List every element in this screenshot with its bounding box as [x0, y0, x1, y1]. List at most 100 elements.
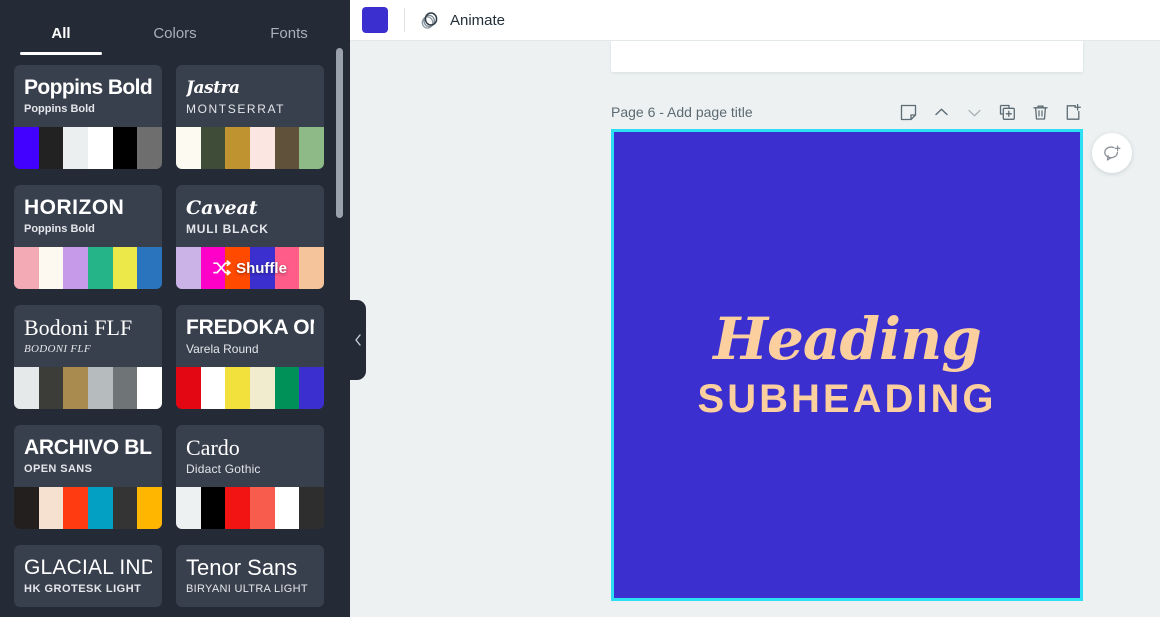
style-card-palette: Shuffle: [176, 247, 324, 289]
color-swatch: [14, 367, 39, 409]
color-swatch: [112, 367, 138, 409]
style-card[interactable]: FREDOKA ONE Varela Round: [176, 305, 324, 409]
style-card[interactable]: Caveat MULI BLACK Shuffle: [176, 185, 324, 289]
color-swatch: [112, 127, 138, 169]
canvas-subheading-text[interactable]: SUBHEADING: [698, 376, 997, 422]
style-card-subtitle: MULI BLACK: [186, 222, 269, 236]
style-card-title: Bodoni FLF: [24, 317, 133, 339]
color-swatch: [63, 247, 89, 289]
panel-collapse-button[interactable]: [350, 300, 366, 380]
page-toolbar: [899, 103, 1083, 122]
style-card-subtitle: Varela Round: [186, 342, 259, 356]
style-card[interactable]: Bodoni FLF BODONI FLF: [14, 305, 162, 409]
style-card-palette: [14, 247, 162, 289]
previous-page-preview[interactable]: [611, 41, 1083, 72]
duplicate-page-button[interactable]: [998, 103, 1017, 122]
style-card-preview: Bodoni FLF BODONI FLF: [14, 305, 162, 367]
color-swatch: [63, 487, 89, 529]
style-card-palette: [176, 367, 324, 409]
chevron-left-icon: [355, 334, 361, 346]
animate-label: Animate: [450, 11, 506, 29]
color-swatch: [225, 127, 251, 169]
delete-page-button[interactable]: [1031, 103, 1050, 122]
color-swatch: [38, 127, 64, 169]
style-card[interactable]: HORIZON Poppins Bold: [14, 185, 162, 289]
move-page-down-button[interactable]: [965, 103, 984, 122]
style-card-preview: Jastra MONTSERRAT: [176, 65, 324, 127]
style-card-preview: ARCHIVO BLACK OPEN SANS: [14, 425, 162, 487]
style-cards-scroll-area[interactable]: Poppins Bold Poppins Bold Jastra MONTSERRAT…: [0, 55, 350, 617]
style-card-subtitle: OPEN SANS: [24, 463, 93, 475]
shuffle-label: Shuffle: [236, 259, 287, 277]
style-card-subtitle: Poppins Bold: [24, 223, 95, 235]
color-swatch: [14, 127, 39, 169]
style-card-palette: [14, 127, 162, 169]
style-card-title: Cardo: [186, 437, 240, 459]
canvas-heading-text[interactable]: Heading: [713, 308, 982, 370]
style-card[interactable]: Tenor Sans BIRYANI ULTRA LIGHT: [176, 545, 324, 607]
color-swatch: [137, 487, 162, 529]
page-notes-button[interactable]: [899, 103, 918, 122]
style-card[interactable]: GLACIAL INDIFFERENCE HK GROTESK LIGHT: [14, 545, 162, 607]
color-swatch: [63, 127, 89, 169]
color-swatch: [176, 367, 201, 409]
note-icon: [900, 104, 917, 120]
style-card[interactable]: Poppins Bold Poppins Bold: [14, 65, 162, 169]
color-swatch: [200, 487, 226, 529]
page-color-button[interactable]: [362, 7, 388, 33]
shuffle-button[interactable]: Shuffle: [176, 247, 324, 289]
style-panel: All Colors Fonts Poppins Bold Poppins Bol…: [0, 0, 350, 617]
color-swatch: [38, 367, 64, 409]
style-card-preview: Tenor Sans BIRYANI ULTRA LIGHT: [176, 545, 324, 607]
style-card[interactable]: Cardo Didact Gothic: [176, 425, 324, 529]
style-card-palette: [176, 127, 324, 169]
style-card-subtitle: Poppins Bold: [24, 103, 95, 115]
tab-fonts-label: Fonts: [270, 25, 308, 42]
chevron-up-icon: [935, 108, 948, 115]
animate-button[interactable]: Animate: [419, 9, 505, 31]
style-card-title: GLACIAL INDIFFERENCE: [24, 557, 152, 579]
panel-scrollbar-thumb[interactable]: [336, 48, 343, 218]
editor-area: Animate Page 6 - Add page title Heading …: [350, 0, 1160, 617]
color-swatch: [88, 247, 113, 289]
style-card[interactable]: ARCHIVO BLACK OPEN SANS: [14, 425, 162, 529]
style-card-title: Caveat: [186, 197, 258, 219]
color-swatch: [88, 127, 113, 169]
add-page-button[interactable]: [1064, 103, 1083, 122]
color-swatch: [250, 487, 275, 529]
color-swatch: [112, 247, 138, 289]
color-swatch: [299, 127, 324, 169]
style-card[interactable]: Jastra MONTSERRAT: [176, 65, 324, 169]
color-swatch: [137, 367, 162, 409]
chevron-down-icon: [968, 109, 981, 116]
tab-all[interactable]: All: [4, 25, 118, 55]
add-comment-button[interactable]: [1092, 133, 1132, 173]
page-title-label[interactable]: Page 6 - Add page title: [611, 104, 753, 120]
style-cards-grid: Poppins Bold Poppins Bold Jastra MONTSERRAT…: [0, 55, 350, 607]
style-card-title: ARCHIVO BLACK: [24, 437, 152, 459]
color-swatch: [200, 127, 226, 169]
color-swatch: [14, 487, 39, 529]
color-swatch: [299, 487, 324, 529]
tab-colors[interactable]: Colors: [118, 25, 232, 55]
page-header: Page 6 - Add page title: [611, 99, 1083, 125]
color-swatch: [137, 127, 162, 169]
color-swatch: [225, 367, 251, 409]
style-card-preview: Caveat MULI BLACK: [176, 185, 324, 247]
duplicate-icon: [999, 104, 1015, 120]
add-page-icon: [1066, 103, 1081, 120]
move-page-up-button[interactable]: [932, 103, 951, 122]
tab-fonts[interactable]: Fonts: [232, 25, 346, 55]
style-card-title: Poppins Bold: [24, 77, 152, 99]
panel-tabs: All Colors Fonts: [0, 0, 350, 55]
color-swatch: [14, 247, 39, 289]
color-swatch: [137, 247, 162, 289]
style-card-preview: Poppins Bold Poppins Bold: [14, 65, 162, 127]
color-swatch: [274, 487, 300, 529]
page-canvas[interactable]: Heading SUBHEADING: [611, 129, 1083, 601]
style-card-title: Tenor Sans: [186, 557, 298, 579]
color-swatch: [63, 367, 89, 409]
color-swatch: [176, 487, 201, 529]
document-scroll-area[interactable]: Page 6 - Add page title Heading SUBHEADI…: [350, 41, 1160, 617]
comment-add-icon: [1103, 145, 1120, 161]
